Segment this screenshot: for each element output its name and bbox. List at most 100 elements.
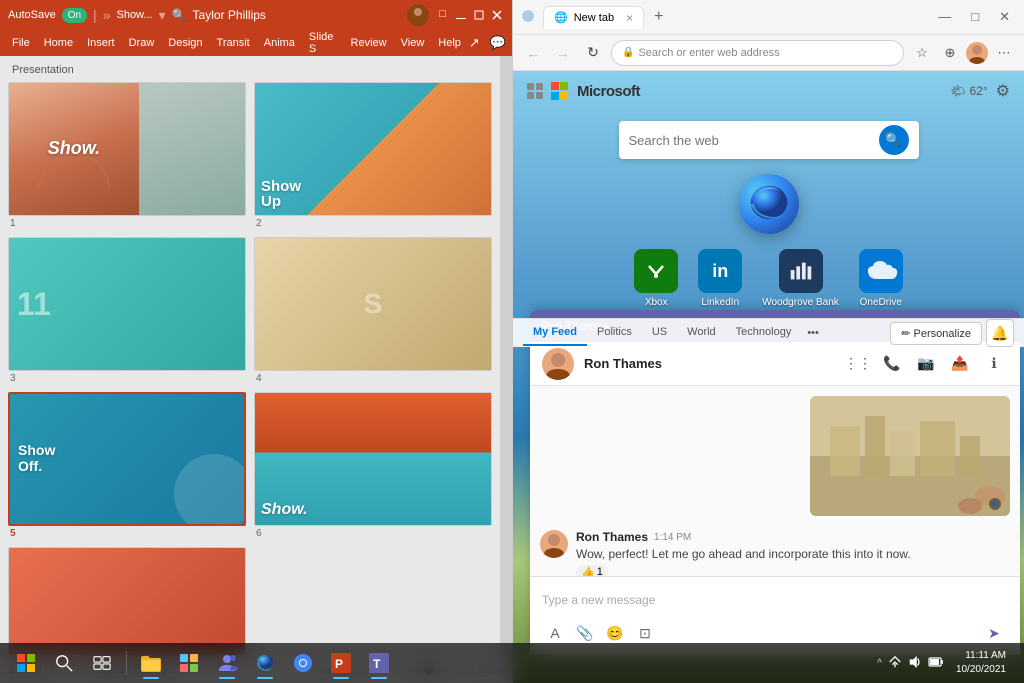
browser-maximize-button[interactable]: □	[965, 7, 985, 27]
tab-technology[interactable]: Technology	[726, 320, 802, 346]
slide-thumb-1[interactable]: Show.	[8, 82, 246, 216]
search-box[interactable]: 🔍	[619, 121, 919, 159]
quick-link-woodgrove[interactable]: Woodgrove Bank	[762, 249, 839, 308]
menu-insert[interactable]: Insert	[81, 35, 121, 51]
network-icon[interactable]	[888, 655, 902, 672]
address-text[interactable]: Search or enter web address	[638, 47, 779, 59]
profile-avatar[interactable]	[966, 42, 988, 64]
autosave-toggle[interactable]: On	[62, 8, 87, 23]
slide-item-1[interactable]: Show. 1	[8, 82, 246, 229]
menu-draw[interactable]: Draw	[123, 35, 161, 51]
message-reaction[interactable]: 👍 1	[576, 565, 608, 576]
volume-icon[interactable]	[908, 655, 922, 672]
browser-tab-new[interactable]: 🌐 New tab ×	[543, 6, 644, 29]
microsoft-store-button[interactable]	[171, 645, 207, 681]
personalize-button[interactable]: ✏ Personalize	[890, 322, 982, 345]
video-call-icon[interactable]: 📷	[912, 350, 940, 378]
tab-my-feed[interactable]: My Feed	[523, 320, 587, 346]
search-button[interactable]: 🔍	[879, 125, 909, 155]
browser-favicon-area	[521, 9, 535, 26]
call-icon[interactable]: 📞	[878, 350, 906, 378]
menu-home[interactable]: Home	[38, 35, 79, 51]
settings-gear-icon[interactable]: ⚙	[996, 81, 1010, 101]
onedrive-icon[interactable]	[859, 249, 903, 293]
expand-tray-icon[interactable]: ^	[877, 658, 882, 669]
slide-item-7[interactable]	[8, 547, 246, 655]
slide-thumb-5[interactable]: ShowOff.	[8, 392, 246, 526]
favorites-icon[interactable]: ☆	[910, 41, 934, 65]
new-tab-button[interactable]: +	[648, 6, 669, 28]
tab-us[interactable]: US	[642, 320, 677, 346]
ppt-close-button[interactable]	[490, 8, 504, 22]
slide-item-5[interactable]: ShowOff. 5	[8, 392, 246, 539]
menu-review[interactable]: Review	[345, 35, 393, 51]
show-dropdown[interactable]: Show...	[116, 9, 152, 21]
notifications-button[interactable]: 🔔	[986, 319, 1014, 347]
slide-item-6[interactable]: Show. 6	[254, 392, 492, 539]
search-input[interactable]	[629, 133, 871, 148]
more-tabs-button[interactable]: •••	[801, 321, 825, 345]
quick-link-xbox[interactable]: Xbox	[634, 249, 678, 308]
share-icon[interactable]: 📤	[946, 350, 974, 378]
slide-thumb-6[interactable]: Show.	[254, 392, 492, 526]
back-button[interactable]: ←	[521, 41, 545, 65]
menu-help[interactable]: Help	[432, 35, 467, 51]
menu-view[interactable]: View	[395, 35, 431, 51]
ms-apps-icon[interactable]	[527, 83, 543, 99]
slide-thumb-4[interactable]: S	[254, 237, 492, 371]
collections-icon[interactable]: ⊕	[938, 41, 962, 65]
slide-thumb-2[interactable]: ShowUp	[254, 82, 492, 216]
tab-world[interactable]: World	[677, 320, 726, 346]
start-button[interactable]	[8, 645, 44, 681]
ms-logo	[551, 82, 569, 100]
slide-thumb-3[interactable]: 11	[8, 237, 246, 371]
slides-scrollbar[interactable]	[500, 56, 512, 655]
menu-slide-s[interactable]: Slide S	[303, 29, 343, 57]
quick-link-onedrive[interactable]: OneDrive	[859, 249, 903, 308]
ppt-minimize-button[interactable]	[454, 8, 468, 22]
nav-icons-right: ☆ ⊕ ⋯	[910, 41, 1016, 65]
tab-politics[interactable]: Politics	[587, 320, 642, 346]
search-icon[interactable]: 🔍	[172, 8, 187, 22]
powerpoint-taskbar-button[interactable]: P	[323, 645, 359, 681]
taskbar-search-button[interactable]	[46, 645, 82, 681]
linkedin-icon[interactable]: in	[698, 249, 742, 293]
message-input[interactable]	[542, 585, 1008, 615]
browser-close-button[interactable]: ✕	[993, 7, 1016, 27]
share-icon[interactable]: ↗	[469, 35, 480, 51]
address-bar[interactable]: 🔒 Search or enter web address	[611, 40, 904, 66]
woodgrove-bank-icon[interactable]	[779, 249, 823, 293]
expand-icon: »	[103, 7, 111, 23]
ppt-maximize-button[interactable]	[472, 8, 486, 22]
battery-icon[interactable]	[928, 655, 944, 672]
menu-anima[interactable]: Anima	[258, 35, 301, 51]
xbox-icon[interactable]	[634, 249, 678, 293]
system-icons: ^	[869, 655, 952, 672]
user-avatar	[407, 4, 429, 26]
message-time: 1:14 PM	[654, 532, 691, 543]
slide-item-2[interactable]: ShowUp 2	[254, 82, 492, 229]
more-options-icon[interactable]: ⋮⋮	[844, 350, 872, 378]
menu-design[interactable]: Design	[162, 35, 208, 51]
refresh-button[interactable]: ↻	[581, 41, 605, 65]
slide-item-4[interactable]: S 4	[254, 237, 492, 384]
system-clock[interactable]: 11:11 AM 10/20/2021	[956, 649, 1006, 677]
slide-thumb-7[interactable]	[8, 547, 246, 655]
menu-transit[interactable]: Transit	[211, 35, 256, 51]
file-explorer-button[interactable]	[133, 645, 169, 681]
forward-button[interactable]: →	[551, 41, 575, 65]
edge-taskbar-button[interactable]	[247, 645, 283, 681]
teams-personal-button[interactable]	[209, 645, 245, 681]
chrome-taskbar-button[interactable]	[285, 645, 321, 681]
teams-taskbar-button[interactable]: T	[361, 645, 397, 681]
tab-close-icon[interactable]: ×	[626, 11, 633, 25]
info-icon[interactable]: ℹ	[980, 350, 1008, 378]
comment-icon[interactable]: 💬	[490, 35, 506, 51]
menu-file[interactable]: File	[6, 35, 36, 51]
svg-text:P: P	[335, 657, 343, 671]
quick-link-linkedin[interactable]: in LinkedIn	[698, 249, 742, 308]
settings-icon[interactable]: ⋯	[992, 41, 1016, 65]
slide-item-3[interactable]: 11 3	[8, 237, 246, 384]
task-view-button[interactable]	[84, 645, 120, 681]
browser-minimize-button[interactable]: —	[932, 7, 957, 27]
